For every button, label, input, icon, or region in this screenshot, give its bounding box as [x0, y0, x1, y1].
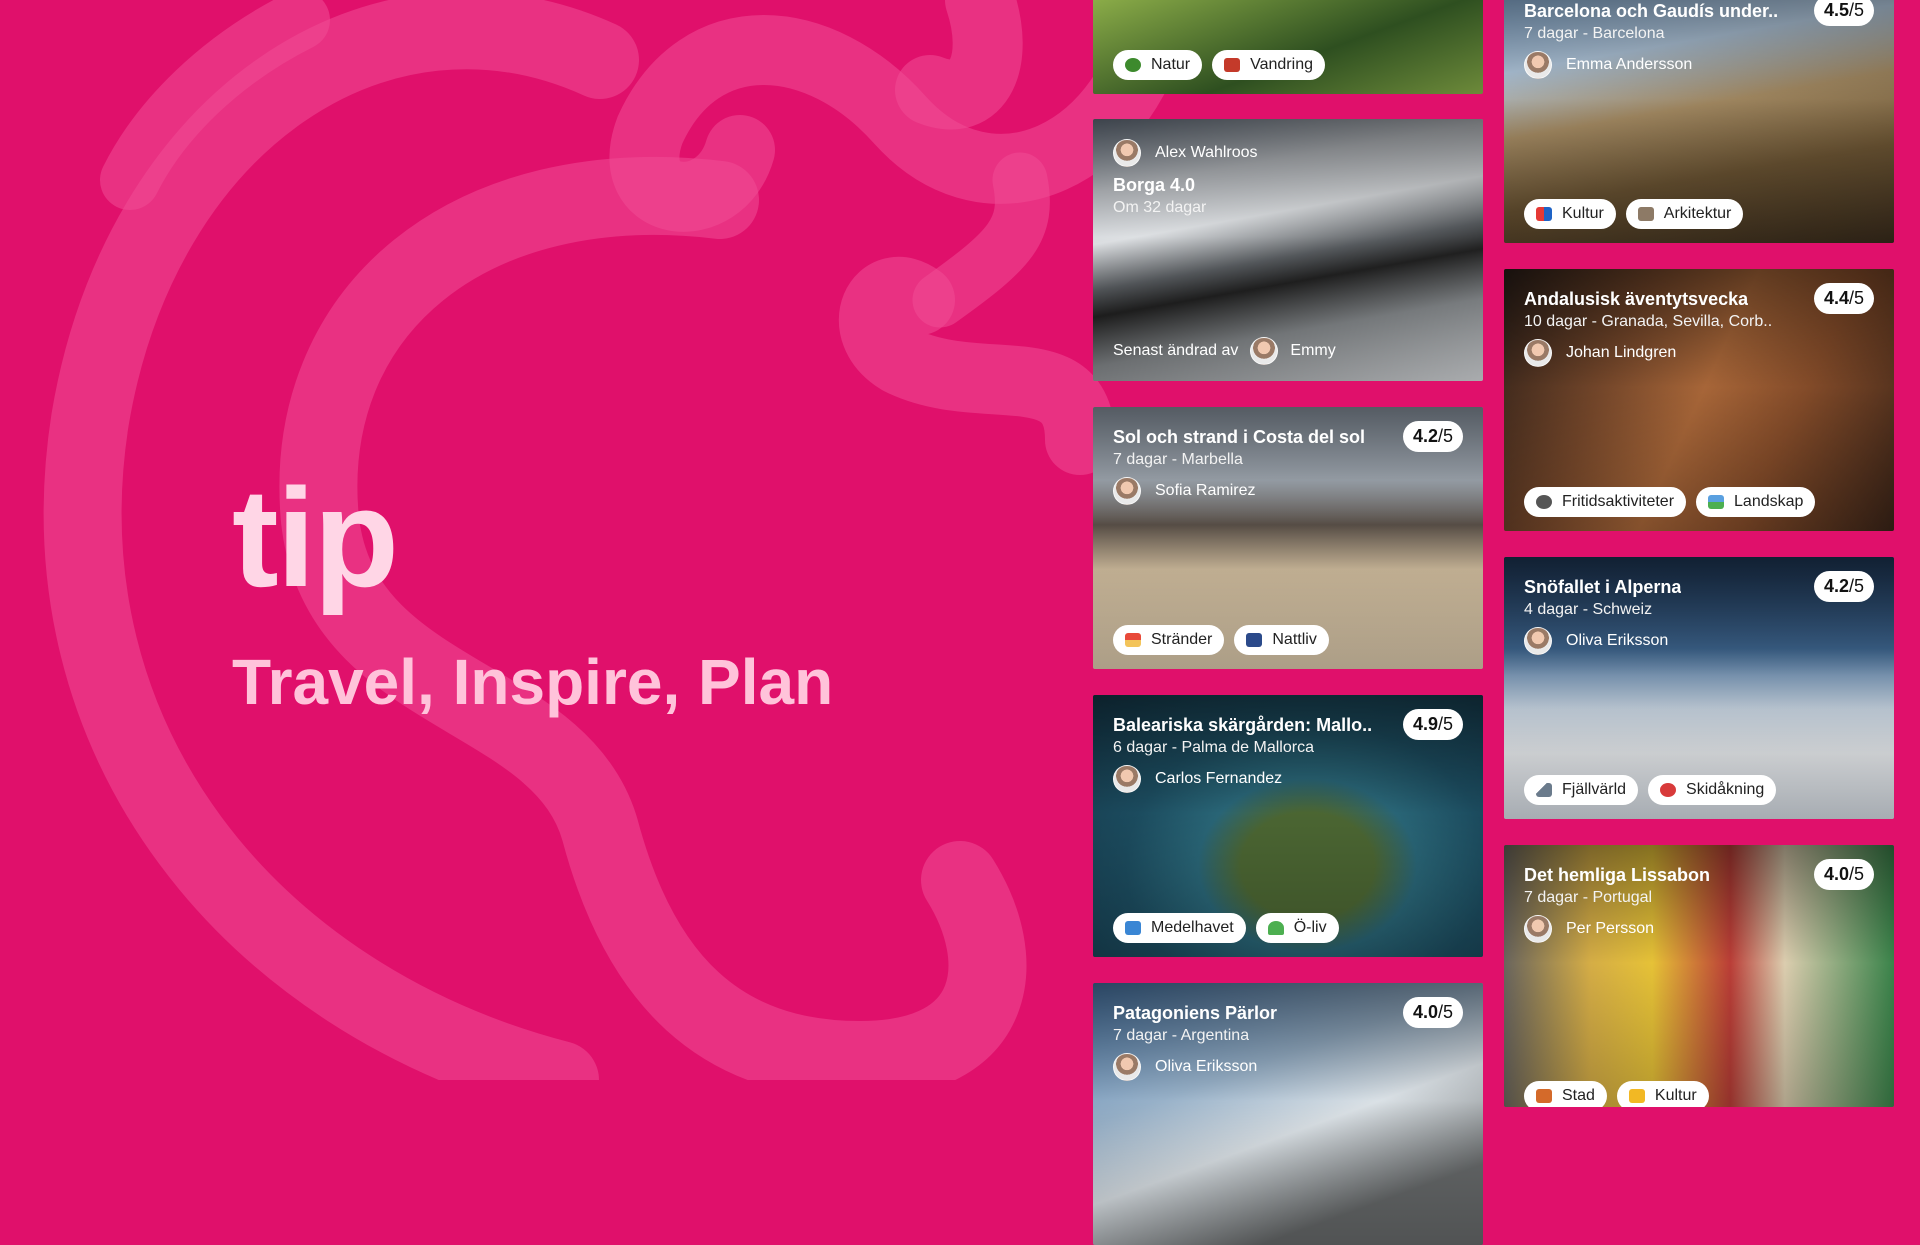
tag-arkitektur[interactable]: Arkitektur: [1625, 199, 1744, 229]
trip-tags: Medelhavet Ö-liv: [1113, 913, 1339, 943]
tag-natur[interactable]: Natur: [1113, 50, 1203, 80]
tag-skidakning[interactable]: Skidåkning: [1648, 775, 1777, 805]
rating-badge: 4.0/5: [1402, 997, 1463, 1028]
trip-subtitle: 7 dagar - Marbella: [1113, 451, 1243, 468]
brand-block: tip Travel, Inspire, Plan: [232, 459, 834, 718]
skier-icon: [1660, 783, 1677, 797]
landscape-icon: [1708, 495, 1725, 509]
tag-strander[interactable]: Stränder: [1113, 625, 1225, 655]
trip-card-borga[interactable]: Alex Wahlroos Borga 4.0 Om 32 dagar Sena…: [1093, 119, 1483, 381]
trip-author: Per Persson: [1524, 915, 1654, 943]
trip-subtitle: 6 dagar - Palma de Mallorca: [1113, 739, 1314, 756]
avatar: [1524, 915, 1552, 943]
avatar: [1250, 337, 1279, 365]
avatar: [1524, 627, 1552, 655]
trip-subtitle: 7 dagar - Barcelona: [1524, 25, 1665, 42]
theater-masks-icon: [1628, 1089, 1645, 1103]
trip-tags: Kultur Arkitektur: [1524, 199, 1744, 229]
trip-card-andalusien[interactable]: Andalusisk äventytsvecka 10 dagar - Gran…: [1504, 269, 1894, 531]
trip-title: Andalusisk äventytsvecka: [1524, 289, 1749, 309]
avatar: [1113, 139, 1141, 167]
trip-title: Snöfallet i Alperna: [1524, 577, 1682, 597]
trip-title: Sol och strand i Costa del sol: [1113, 427, 1366, 447]
trip-card-natur[interactable]: Natur Vandring: [1093, 0, 1483, 94]
rating-badge: 4.2/5: [1402, 421, 1463, 452]
app-logo: tip: [232, 459, 399, 616]
trip-card-patagonien[interactable]: Patagoniens Pärlor 7 dagar - Argentina O…: [1093, 983, 1483, 1245]
avatar: [1113, 765, 1141, 793]
trip-subtitle: Om 32 dagar: [1113, 199, 1207, 216]
trip-card-alperna[interactable]: Snöfallet i Alperna 4 dagar - Schweiz Ol…: [1504, 557, 1894, 819]
trip-title: Baleariska skärgården: Mallo..: [1113, 715, 1373, 735]
trip-card-mallorca[interactable]: Baleariska skärgården: Mallo.. 6 dagar -…: [1093, 695, 1483, 957]
beach-icon: [1125, 633, 1141, 647]
tag-kultur[interactable]: Kultur: [1524, 199, 1616, 229]
cathedral-icon: [1637, 207, 1654, 221]
theater-masks-icon: [1536, 207, 1552, 221]
tag-fritidsaktiviteter[interactable]: Fritidsaktiviteter: [1524, 487, 1687, 517]
trip-title: Patagoniens Pärlor: [1113, 1003, 1278, 1023]
rating-badge: 4.5/5: [1813, 0, 1874, 26]
tagline: Travel, Inspire, Plan: [232, 646, 834, 718]
trip-author: Carlos Fernandez: [1113, 765, 1282, 793]
trip-subtitle: 10 dagar - Granada, Sevilla, Corb..: [1524, 313, 1773, 330]
mountain-icon: [1536, 783, 1552, 797]
trip-card-lissabon[interactable]: Det hemliga Lissabon 7 dagar - Portugal …: [1504, 845, 1894, 1107]
trip-title: Det hemliga Lissabon: [1524, 865, 1711, 885]
trip-author: Emma Andersson: [1524, 51, 1692, 79]
avatar: [1524, 51, 1552, 79]
trip-tags: Stränder Nattliv: [1113, 625, 1329, 655]
trip-author: Sofia Ramirez: [1113, 477, 1255, 505]
tag-landskap[interactable]: Landskap: [1696, 487, 1816, 517]
rating-badge: 4.9/5: [1402, 709, 1463, 740]
tag-nattliv[interactable]: Nattliv: [1234, 625, 1329, 655]
rating-badge: 4.4/5: [1813, 283, 1874, 314]
trip-author: Oliva Eriksson: [1524, 627, 1668, 655]
trip-subtitle: 7 dagar - Argentina: [1113, 1027, 1250, 1044]
bicycle-icon: [1536, 495, 1552, 509]
tag-kultur[interactable]: Kultur: [1616, 1081, 1709, 1107]
rating-badge: 4.0/5: [1813, 859, 1874, 890]
trip-author: Johan Lindgren: [1524, 339, 1676, 367]
trip-title: Borga 4.0: [1113, 175, 1196, 195]
last-edited: Senast ändrad av Emmy: [1113, 337, 1336, 365]
trip-subtitle: 7 dagar - Portugal: [1524, 889, 1653, 906]
trip-author: Oliva Eriksson: [1113, 1053, 1257, 1081]
city-night-icon: [1246, 633, 1263, 647]
wave-icon: [1125, 921, 1141, 935]
city-icon: [1536, 1089, 1552, 1103]
avatar: [1113, 477, 1141, 505]
tag-medelhavet[interactable]: Medelhavet: [1113, 913, 1246, 943]
trip-card-barcelona[interactable]: Barcelona och Gaudís under.. 7 dagar - B…: [1504, 0, 1894, 243]
trip-tags: Natur Vandring: [1113, 50, 1325, 80]
tree-icon: [1125, 58, 1141, 72]
trip-tags: Fritidsaktiviteter Landskap: [1524, 487, 1816, 517]
trip-tags: Stad Kultur: [1524, 1081, 1709, 1107]
tag-vandring[interactable]: Vandring: [1212, 50, 1325, 80]
tag-o-liv[interactable]: Ö-liv: [1255, 913, 1339, 943]
trip-author: Alex Wahlroos: [1113, 139, 1258, 167]
palm-tree-icon: [1267, 921, 1284, 935]
avatar: [1524, 339, 1552, 367]
trip-subtitle: 4 dagar - Schweiz: [1524, 601, 1653, 618]
trip-tags: Fjällvärld Skidåkning: [1524, 775, 1777, 805]
tag-stad[interactable]: Stad: [1524, 1081, 1607, 1107]
trip-card-costa-del-sol[interactable]: Sol och strand i Costa del sol 7 dagar -…: [1093, 407, 1483, 669]
avatar: [1113, 1053, 1141, 1081]
tag-fjallvarld[interactable]: Fjällvärld: [1524, 775, 1639, 805]
rating-badge: 4.2/5: [1813, 571, 1874, 602]
trip-title: Barcelona och Gaudís under..: [1524, 1, 1779, 21]
backpack-icon: [1224, 58, 1241, 72]
